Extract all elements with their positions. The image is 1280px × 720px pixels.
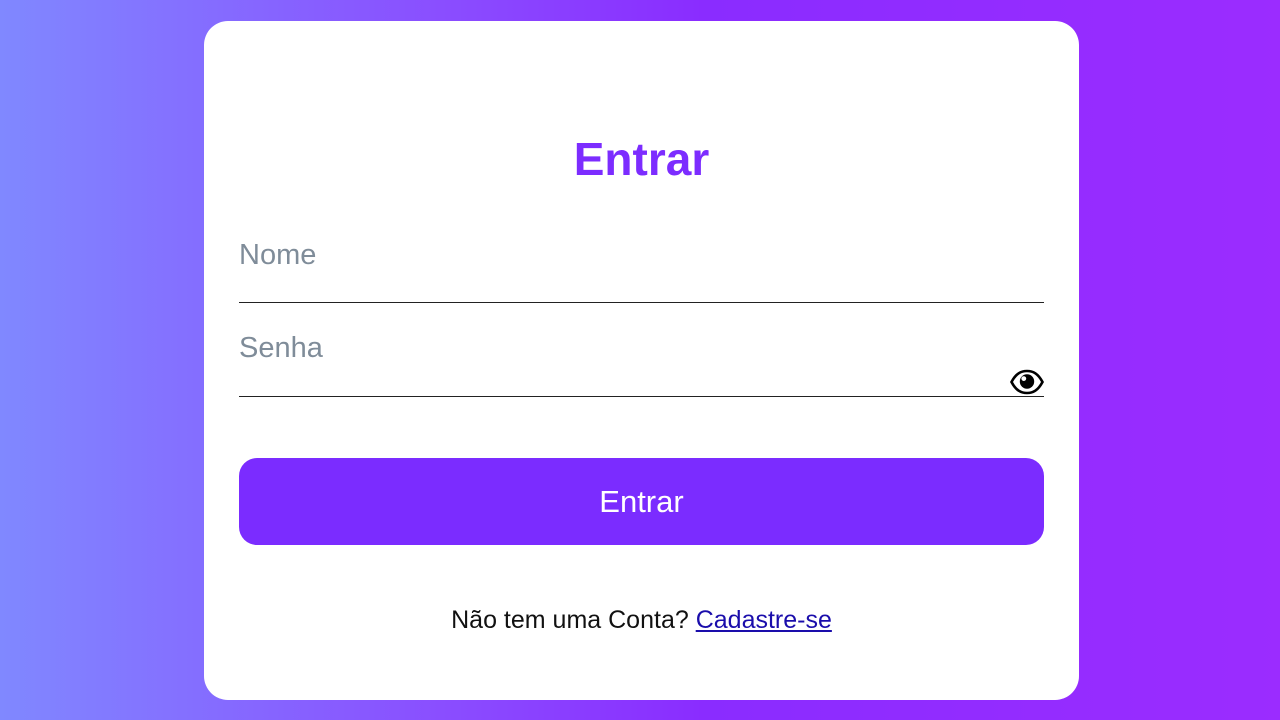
name-field-container [239, 235, 1044, 303]
eye-icon[interactable] [1010, 369, 1044, 395]
password-field-container [239, 328, 1044, 397]
signup-link[interactable]: Cadastre-se [696, 606, 832, 634]
login-card: Entrar Entrar Não tem uma Conta? Cadastr… [204, 21, 1079, 700]
signup-prompt-text: Não tem uma Conta? [451, 606, 689, 634]
password-input[interactable] [239, 328, 999, 368]
signup-prompt: Não tem uma Conta? Cadastre-se [204, 603, 1079, 637]
submit-button[interactable]: Entrar [239, 458, 1044, 545]
name-input[interactable] [239, 235, 1044, 275]
page-title: Entrar [573, 133, 710, 185]
